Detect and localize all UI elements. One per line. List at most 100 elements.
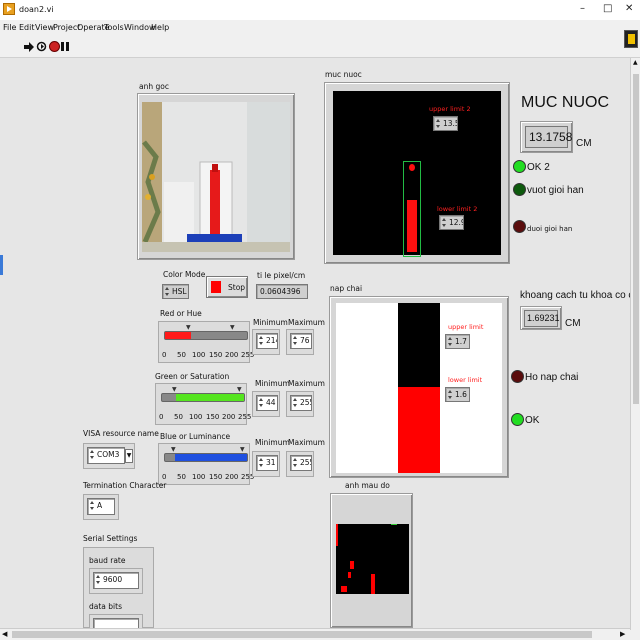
red-max-box: 76 [286, 329, 314, 355]
red-min-value: 214 [266, 336, 277, 345]
ho-nap-chai-led [511, 370, 524, 383]
minimize-button[interactable]: – [580, 3, 585, 14]
blue-min-spinner[interactable] [258, 457, 264, 469]
blue-lum-handle-low[interactable]: ▼ [171, 446, 176, 453]
visa-spinner[interactable] [89, 449, 95, 461]
scale-tick: 0 [159, 413, 164, 421]
khoang-cach-frame: 1.69231 [520, 306, 562, 330]
lower-limit-spinner[interactable] [447, 389, 453, 401]
ok-label: OK [525, 415, 540, 426]
baud-rate-value: 9600 [103, 575, 123, 584]
scale-tick: 100 [192, 351, 206, 359]
red-hue-handle-high[interactable]: ▼ [230, 324, 235, 331]
termination-input[interactable]: A [87, 498, 115, 515]
ti-le-value: 0.0604396 [256, 284, 308, 299]
green-sat-track[interactable] [161, 393, 245, 402]
lower-limit-2-value: 12.9 [449, 218, 463, 227]
baud-rate-input[interactable]: 9600 [93, 572, 139, 589]
title-bar: doan2.vi – □ ✕ [0, 0, 640, 20]
muc-nuoc-display: upper limit 2 13.5 lower limit 2 12.9 [333, 91, 501, 257]
red-hue-scale: 0 50 100 150 200 255 [161, 351, 254, 361]
vuot-gioi-han-label: vuot gioi han [527, 185, 584, 196]
scroll-right-icon[interactable]: ▶ [620, 630, 625, 638]
green-max-input[interactable]: 255 [290, 395, 312, 411]
anh-goc-frame [137, 93, 295, 260]
scale-tick: 150 [209, 351, 223, 359]
serial-settings-label: Serial Settings [83, 534, 138, 543]
color-mode-spinner[interactable] [164, 286, 170, 298]
green-sat-label: Green or Saturation [155, 372, 230, 381]
menu-tools[interactable]: Tools [104, 23, 124, 32]
blue-max-box: 255 [286, 451, 314, 477]
horizontal-scrollbar[interactable]: ◀ ▶ [0, 628, 630, 640]
green-min-label: Minimum [255, 379, 290, 388]
scroll-left-icon[interactable]: ◀ [2, 630, 7, 638]
pause-icon[interactable] [61, 42, 69, 51]
red-max-spinner[interactable] [292, 335, 298, 347]
menu-help[interactable]: Help [151, 23, 169, 32]
red-hue-track[interactable] [164, 331, 248, 340]
red-min-input[interactable]: 214 [256, 333, 278, 349]
labview-icon [3, 3, 15, 15]
color-mode-ring[interactable]: HSL [162, 284, 189, 299]
green-sat-slider[interactable]: ▼ ▼ 0 50 100 150 200 255 [155, 383, 251, 425]
baud-rate-spinner[interactable] [95, 574, 101, 586]
blue-min-input[interactable]: 31 [256, 455, 278, 471]
menu-view[interactable]: View [35, 23, 54, 32]
green-max-spinner[interactable] [292, 397, 298, 409]
lower-limit-input[interactable]: 1.6 [445, 387, 470, 402]
green-sat-handle-low[interactable]: ▼ [172, 386, 177, 393]
run-continuously-icon[interactable] [36, 41, 47, 52]
blue-max-spinner[interactable] [292, 457, 298, 469]
green-min-box: 44 [252, 391, 280, 417]
visa-input[interactable]: COM3 [87, 447, 125, 464]
stop-button[interactable]: Stop [206, 276, 248, 298]
upper-limit-input[interactable]: 1.7 [445, 334, 470, 349]
nap-chai-display: upper limit 1.7 lower limit 1.6 [336, 303, 502, 473]
vertical-scroll-thumb[interactable] [633, 74, 639, 404]
lower-limit-2-label: lower limit 2 [437, 205, 478, 213]
lower-limit-2-spinner[interactable] [441, 217, 447, 229]
maximize-button[interactable]: □ [603, 3, 612, 14]
termination-spinner[interactable] [89, 500, 95, 512]
upper-limit-label: upper limit [448, 323, 484, 331]
scale-tick: 200 [225, 351, 239, 359]
lower-limit-2-input[interactable]: 12.9 [439, 215, 464, 230]
blue-lum-track[interactable] [164, 453, 248, 462]
scroll-up-icon[interactable]: ▲ [633, 60, 639, 66]
upper-limit-2-input[interactable]: 13.5 [433, 116, 458, 131]
red-hue-handle-low[interactable]: ▼ [186, 324, 191, 331]
blue-lum-slider[interactable]: ▼ ▼ 0 50 100 150 200 255 [158, 443, 254, 485]
baud-rate-box: 9600 [89, 568, 143, 594]
scale-tick: 100 [192, 473, 206, 481]
stop-label: Stop [228, 283, 246, 292]
serial-settings-cluster: baud rate 9600 data bits [83, 547, 154, 630]
red-max-input[interactable]: 76 [290, 333, 312, 349]
abort-icon[interactable] [49, 41, 60, 52]
blue-lum-handle-high[interactable]: ▼ [240, 446, 245, 453]
blue-max-value: 255 [300, 458, 311, 467]
scale-tick: 100 [189, 413, 203, 421]
ok-led [511, 413, 524, 426]
upper-limit-spinner[interactable] [447, 336, 453, 348]
red-min-spinner[interactable] [258, 335, 264, 347]
upper-limit-2-spinner[interactable] [435, 118, 441, 130]
upper-limit-2-label: upper limit 2 [429, 105, 471, 113]
green-sat-handle-high[interactable]: ▼ [237, 386, 242, 393]
close-button[interactable]: ✕ [625, 3, 633, 14]
horizontal-scroll-thumb[interactable] [12, 631, 592, 638]
green-min-input[interactable]: 44 [256, 395, 278, 411]
green-min-spinner[interactable] [258, 397, 264, 409]
muc-nuoc-frame: upper limit 2 13.5 lower limit 2 12.9 [324, 82, 510, 264]
anh-goc-image [142, 102, 290, 252]
menu-file[interactable]: File [3, 23, 16, 32]
termination-box: A [83, 494, 119, 520]
scale-tick: 50 [177, 351, 186, 359]
run-arrow-icon[interactable] [24, 42, 34, 52]
blue-max-input[interactable]: 255 [290, 455, 312, 471]
red-hue-slider[interactable]: ▼ ▼ 0 50 100 150 200 255 [158, 321, 254, 363]
vertical-scrollbar[interactable]: ▲ [630, 58, 640, 630]
menu-edit[interactable]: Edit [19, 23, 35, 32]
visa-dropdown-icon[interactable]: ▼ [125, 449, 133, 463]
green-sat-scale: 0 50 100 150 200 255 [158, 413, 251, 423]
